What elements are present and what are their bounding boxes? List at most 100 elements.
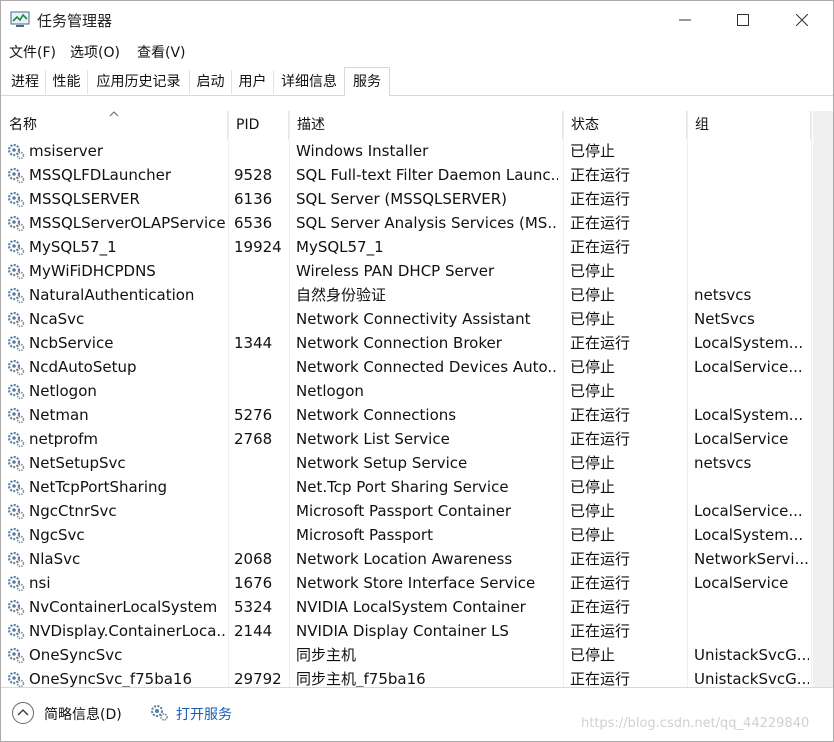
- column-header-description[interactable]: 描述: [289, 111, 563, 139]
- services-gear-icon: [151, 705, 168, 721]
- service-description: Microsoft Passport: [296, 526, 433, 544]
- collapse-button[interactable]: [12, 702, 34, 724]
- service-pid: [234, 355, 288, 379]
- service-description: 自然身份验证: [296, 286, 387, 304]
- minimize-button[interactable]: [657, 1, 715, 39]
- table-row[interactable]: NcbService 1344 Network Connection Broker 正…: [1, 331, 811, 355]
- gear-icon: [7, 646, 25, 664]
- service-description: 同步主机: [296, 646, 357, 664]
- service-group: [694, 475, 809, 499]
- table-row[interactable]: NgcSvc Microsoft Passport 已停止 LocalSystem..…: [1, 523, 811, 547]
- menu-file[interactable]: 文件(F): [9, 42, 56, 62]
- service-group: [694, 211, 809, 235]
- menu-options[interactable]: 选项(O): [70, 42, 120, 62]
- table-row[interactable]: OneSyncSvc 同步主机 已停止 UnistackSvcG...: [1, 643, 811, 667]
- column-divider: [811, 111, 812, 687]
- service-group: netsvcs: [694, 286, 752, 304]
- column-header-pid[interactable]: PID: [228, 111, 289, 139]
- service-pid: 2144: [234, 622, 273, 640]
- service-pid: [234, 523, 288, 547]
- service-pid: [234, 451, 288, 475]
- table-row[interactable]: NcdAutoSetup Network Connected Devices Au…: [1, 355, 811, 379]
- service-group: [694, 259, 809, 283]
- gear-icon: [7, 574, 25, 592]
- service-name: OneSyncSvc_f75ba16: [29, 670, 193, 687]
- column-header-group[interactable]: 组: [687, 111, 811, 139]
- table-row[interactable]: MSSQLServerOLAPService 6536 SQL Server Ana…: [1, 211, 811, 235]
- service-name: MSSQLFDLauncher: [29, 166, 172, 184]
- table-row[interactable]: NgcCtnrSvc Microsoft Passport Container 已停…: [1, 499, 811, 523]
- gear-icon: [7, 262, 25, 280]
- maximize-button[interactable]: [715, 1, 773, 39]
- service-name: NVDisplay.ContainerLoca...: [29, 622, 225, 640]
- open-services-link[interactable]: 打开服务: [176, 704, 232, 724]
- collapse-label[interactable]: 简略信息(D): [44, 704, 122, 724]
- table-row[interactable]: MySQL57_1 19924 MySQL57_1 正在运行: [1, 235, 811, 259]
- table-row[interactable]: Netlogon Netlogon 已停止: [1, 379, 811, 403]
- table-row[interactable]: NaturalAuthentication 自然身份验证 已停止 netsvcs: [1, 283, 811, 307]
- service-group: [694, 235, 809, 259]
- service-group: LocalSystem...: [694, 526, 804, 544]
- service-name: NcdAutoSetup: [29, 358, 137, 376]
- tab-startup[interactable]: 启动: [190, 70, 232, 94]
- table-row[interactable]: MyWiFiDHCPDNS Wireless PAN DHCP Server 已停止: [1, 259, 811, 283]
- service-group: netsvcs: [694, 454, 752, 472]
- service-name: MySQL57_1: [29, 238, 117, 256]
- service-pid: 9528: [234, 166, 273, 184]
- service-description: Windows Installer: [296, 142, 429, 160]
- tab-processes[interactable]: 进程: [5, 70, 46, 94]
- column-header-status[interactable]: 状态: [563, 111, 687, 139]
- service-pid: [234, 475, 288, 499]
- service-name: OneSyncSvc: [29, 646, 123, 664]
- tab-app-history[interactable]: 应用历史记录: [88, 70, 190, 94]
- service-status: 正在运行: [570, 430, 631, 448]
- vertical-scrollbar[interactable]: [813, 111, 833, 687]
- service-description: Netlogon: [296, 382, 364, 400]
- table-row[interactable]: MSSQLSERVER 6136 SQL Server (MSSQLSERVER) 正…: [1, 187, 811, 211]
- tab-performance[interactable]: 性能: [46, 70, 88, 94]
- service-group: LocalSystem...: [694, 406, 804, 424]
- table-row[interactable]: NetTcpPortSharing Net.Tcp Port Sharing Se…: [1, 475, 811, 499]
- table-row[interactable]: Netman 5276 Network Connections 正在运行 LocalSy…: [1, 403, 811, 427]
- service-name: Netlogon: [29, 382, 97, 400]
- service-pid: [234, 307, 288, 331]
- table-row[interactable]: MSSQLFDLauncher 9528 SQL Full-text Filter …: [1, 163, 811, 187]
- service-pid: 2768: [234, 430, 273, 448]
- table-row[interactable]: NlaSvc 2068 Network Location Awareness 正在运行…: [1, 547, 811, 571]
- service-description: SQL Server (MSSQLSERVER): [296, 190, 508, 208]
- service-group: [694, 139, 809, 163]
- maximize-icon: [737, 14, 749, 26]
- tab-bar: 进程 性能 应用历史记录 启动 用户 详细信息 服务: [1, 67, 833, 97]
- service-status: 正在运行: [570, 574, 631, 592]
- service-description: SQL Full-text Filter Daemon Launc...: [296, 166, 558, 184]
- table-row[interactable]: msiserver Windows Installer 已停止: [1, 139, 811, 163]
- menu-view[interactable]: 查看(V): [137, 42, 186, 62]
- close-button[interactable]: [774, 1, 832, 39]
- gear-icon: [7, 502, 25, 520]
- table-row[interactable]: NVDisplay.ContainerLoca... 2144 NVIDIA Dis…: [1, 619, 811, 643]
- table-row[interactable]: NcaSvc Network Connectivity Assistant 已停止 N…: [1, 307, 811, 331]
- service-group: LocalSystem...: [694, 334, 804, 352]
- service-status: 正在运行: [570, 598, 631, 616]
- table-row[interactable]: nsi 1676 Network Store Interface Service 正在…: [1, 571, 811, 595]
- service-name: NcbService: [29, 334, 114, 352]
- service-status: 已停止: [570, 142, 616, 160]
- service-name: msiserver: [29, 142, 104, 160]
- table-row[interactable]: NvContainerLocalSystem 5324 NVIDIA LocalSy…: [1, 595, 811, 619]
- service-status: 已停止: [570, 502, 616, 520]
- service-group: LocalService...: [694, 358, 803, 376]
- window-title: 任务管理器: [37, 12, 113, 30]
- sort-ascending-icon: [109, 111, 119, 117]
- service-status: 已停止: [570, 478, 616, 496]
- service-pid: 6136: [234, 190, 273, 208]
- gear-icon: [7, 670, 25, 687]
- tab-users[interactable]: 用户: [232, 70, 274, 94]
- table-row[interactable]: NetSetupSvc Network Setup Service 已停止 netsv…: [1, 451, 811, 475]
- tab-details[interactable]: 详细信息: [274, 70, 345, 94]
- gear-icon: [7, 478, 25, 496]
- service-name: NetTcpPortSharing: [29, 478, 168, 496]
- table-row[interactable]: netprofm 2768 Network List Service 正在运行 Loca…: [1, 427, 811, 451]
- service-status: 已停止: [570, 646, 616, 664]
- table-row[interactable]: OneSyncSvc_f75ba16 29792 同步主机_f75ba16 正在运行 U…: [1, 667, 811, 687]
- tab-services[interactable]: 服务: [344, 67, 390, 97]
